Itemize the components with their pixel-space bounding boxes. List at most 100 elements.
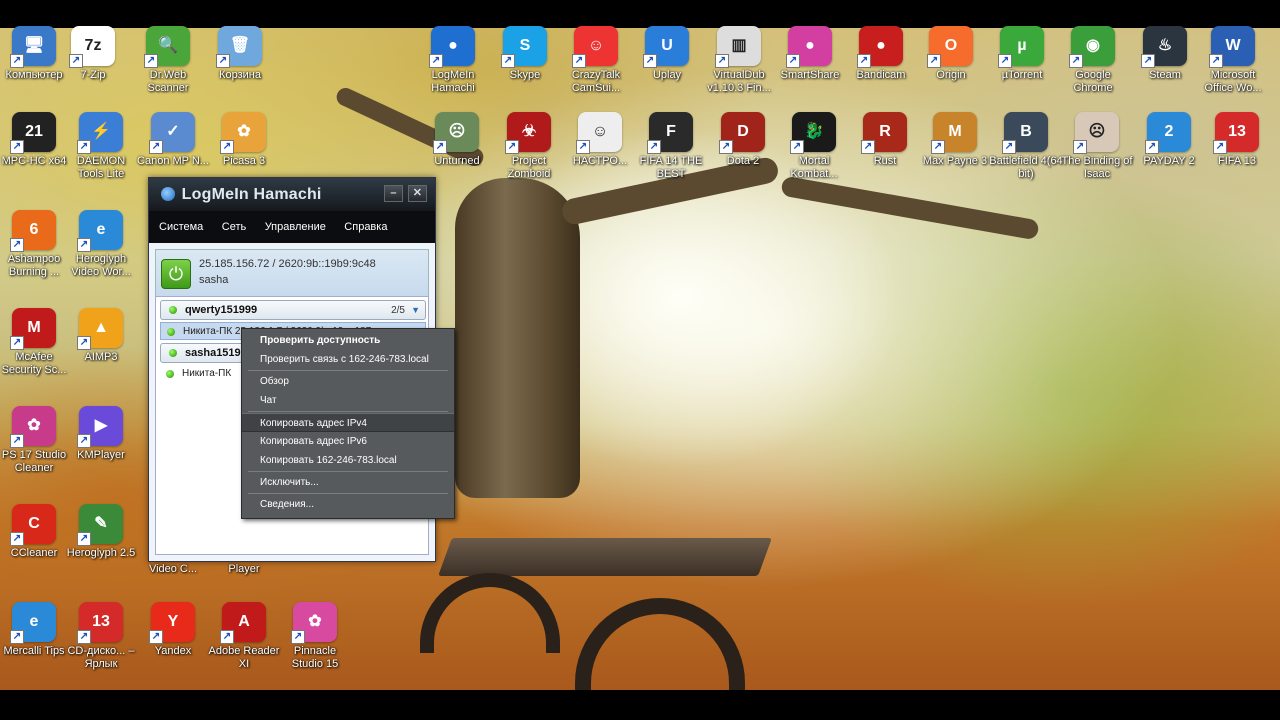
ps-cleaner-icon: ✿ ↗ xyxy=(10,406,56,448)
desktop-shortcut[interactable]: ✿ ↗ PS 17 Studio Cleaner xyxy=(0,406,72,475)
hamachi-titlebar[interactable]: LogMeIn Hamachi – ✕ xyxy=(149,178,435,211)
desktop-shortcut[interactable]: D ↗ Dota 2 xyxy=(705,112,781,168)
online-status-icon xyxy=(169,306,177,314)
desktop-shortcut[interactable]: U ↗ Uplay xyxy=(629,26,705,82)
shortcut-arrow-icon: ↗ xyxy=(216,54,230,68)
context-menu-item[interactable]: Проверить связь с 162-246-783.local xyxy=(242,350,454,369)
tree-trunk xyxy=(455,178,580,498)
desktop-shortcut[interactable]: e ↗ Heroglyph Video Wor... xyxy=(63,210,139,279)
online-status-icon xyxy=(166,370,174,378)
desktop-shortcut[interactable]: 21 ↗ MPC-HC x64 xyxy=(0,112,72,168)
network-name: qwerty151999 xyxy=(185,304,258,316)
desktop-shortcut[interactable]: ☣ ↗ Project Zomboid xyxy=(491,112,567,181)
shortcut-arrow-icon: ↗ xyxy=(77,336,91,350)
desktop-shortcut[interactable]: Y ↗ Yandex xyxy=(135,602,211,658)
network-row-qwerty151999[interactable]: qwerty151999 2/5 ▼ xyxy=(160,300,426,320)
picasa-icon: ✿ ↗ xyxy=(220,112,266,154)
desktop-shortcut[interactable]: ▶ ↗ KMPlayer xyxy=(63,406,139,462)
shortcut-arrow-icon: ↗ xyxy=(10,336,24,350)
desktop-shortcut[interactable]: ☺ ↗ CrazyTalk CamSui... xyxy=(558,26,634,95)
hamachi-logo-icon xyxy=(161,187,175,201)
context-menu-item[interactable]: Сведения... xyxy=(242,495,454,514)
desktop-shortcut[interactable]: B ↗ Battlefield 4(64 bit) xyxy=(988,112,1064,181)
context-menu-item[interactable]: Проверить доступность xyxy=(242,331,454,350)
desktop-shortcut[interactable]: µ ↗ µTorrent xyxy=(984,26,1060,82)
desktop-shortcut[interactable]: 13 ↗ FIFA 13 xyxy=(1199,112,1275,168)
shortcut-arrow-icon: ↗ xyxy=(931,140,945,154)
desktop-shortcut[interactable]: ☹ ↗ The Binding of Isaac xyxy=(1059,112,1135,181)
desktop-shortcut[interactable]: e ↗ Mercalli Tips xyxy=(0,602,72,658)
bench-seat xyxy=(438,538,772,576)
context-menu-item[interactable]: Копировать 162-246-783.local xyxy=(242,451,454,470)
desktop-shortcut-label: Steam xyxy=(1149,69,1181,81)
desktop-shortcut[interactable]: ⚡ ↗ DAEMON Tools Lite xyxy=(63,112,139,181)
desktop-shortcut[interactable]: 13 ↗ CD-диско... – Ярлык xyxy=(63,602,139,671)
menu-help[interactable]: Справка xyxy=(344,221,387,233)
desktop-shortcut[interactable]: C ↗ CCleaner xyxy=(0,504,72,560)
menu-separator xyxy=(248,493,448,494)
letterbox-top xyxy=(0,0,1280,28)
close-button[interactable]: ✕ xyxy=(408,185,427,202)
desktop-shortcut[interactable]: ✿ ↗ Picasa 3 xyxy=(206,112,282,168)
desktop-shortcut[interactable]: ☹ ↗ Unturned xyxy=(419,112,495,168)
tree-branch xyxy=(780,175,1040,241)
recycle-bin-icon: 🗑 ↗ xyxy=(216,26,262,68)
desktop-shortcut[interactable]: O ↗ Origin xyxy=(913,26,989,82)
desktop-shortcut-label: AIMP3 xyxy=(84,351,118,363)
desktop-shortcut[interactable]: ☺ ↗ НАСТРО... xyxy=(562,112,638,168)
desktop-shortcut[interactable]: 🗑 ↗ Корзина xyxy=(202,26,278,82)
desktop-shortcut[interactable]: ▥ ↗ VirtualDub v1.10.3 Fin... xyxy=(701,26,777,95)
menu-separator xyxy=(248,370,448,371)
desktop-shortcut-label: SmartShare xyxy=(780,69,840,81)
desktop-shortcut[interactable]: 🔍 ↗ Dr.Web Scanner xyxy=(130,26,206,95)
menu-system[interactable]: Система xyxy=(159,221,203,233)
desktop-shortcut[interactable]: R ↗ Rust xyxy=(847,112,923,168)
shortcut-arrow-icon: ↗ xyxy=(861,140,875,154)
shortcut-arrow-icon: ↗ xyxy=(715,54,729,68)
desktop-shortcut-label: Uplay xyxy=(652,69,682,81)
desktop-shortcut[interactable]: 6 ↗ Ashampoo Burning ... xyxy=(0,210,72,279)
desktop-shortcut[interactable]: A ↗ Adobe Reader XI xyxy=(206,602,282,671)
isaac-icon: ☹ ↗ xyxy=(1073,112,1119,154)
desktop-shortcut-label: FIFA 13 xyxy=(1218,155,1256,167)
desktop-shortcut[interactable]: ● ↗ SmartShare xyxy=(772,26,848,82)
context-menu-item[interactable]: Копировать адрес IPv6 xyxy=(242,432,454,451)
desktop-shortcut[interactable]: ✿ ↗ Pinnacle Studio 15 xyxy=(277,602,353,671)
desktop-shortcut[interactable]: M ↗ Max Payne 3 xyxy=(917,112,993,168)
context-menu-item[interactable]: Чат xyxy=(242,391,454,410)
menu-manage[interactable]: Управление xyxy=(265,221,326,233)
desktop-shortcut[interactable]: ◉ ↗ Google Chrome xyxy=(1055,26,1131,95)
desktop-shortcut[interactable]: F ↗ FIFA 14 THE BEST xyxy=(633,112,709,181)
utorrent-icon: µ ↗ xyxy=(998,26,1044,68)
desktop-shortcut[interactable]: ✓ ↗ Canon MP N... xyxy=(135,112,211,168)
desktop-shortcut[interactable]: M ↗ McAfee Security Sc... xyxy=(0,308,72,377)
desktop-shortcut[interactable]: ● ↗ LogMeIn Hamachi xyxy=(415,26,491,95)
desktop-shortcut-label: Mercalli Tips xyxy=(3,645,65,657)
context-menu-item[interactable]: Обзор xyxy=(242,372,454,391)
context-menu-item[interactable]: Копировать адрес IPv4 xyxy=(242,413,454,432)
menu-network[interactable]: Сеть xyxy=(222,221,246,233)
shortcut-arrow-icon: ↗ xyxy=(1073,140,1087,154)
desktop-shortcut[interactable]: ✎ ↗ Heroglyph 2.5 xyxy=(63,504,139,560)
desktop-shortcut[interactable]: ▲ ↗ AIMP3 xyxy=(63,308,139,364)
desktop-shortcut[interactable]: ♨ ↗ Steam xyxy=(1127,26,1203,82)
desktop-shortcut-label: KMPlayer xyxy=(77,449,125,461)
crazytalk-icon: ☺ ↗ xyxy=(572,26,618,68)
minimize-button[interactable]: – xyxy=(384,185,403,202)
shortcut-arrow-icon: ↗ xyxy=(927,54,941,68)
desktop-shortcut[interactable]: S ↗ Skype xyxy=(487,26,563,82)
desktop-shortcut[interactable]: ● ↗ Bandicam xyxy=(843,26,919,82)
letterbox-bottom xyxy=(0,690,1280,720)
chevron-down-icon[interactable]: ▼ xyxy=(411,305,420,315)
shortcut-arrow-icon: ↗ xyxy=(291,630,305,644)
desktop-shortcut[interactable]: 7z ↗ 7-Zip xyxy=(55,26,131,82)
context-menu-item[interactable]: Исключить... xyxy=(242,473,454,492)
online-status-icon xyxy=(169,349,177,357)
yandex-icon: Y ↗ xyxy=(149,602,195,644)
desktop-shortcut[interactable]: W ↗ Microsoft Office Wo... xyxy=(1195,26,1271,95)
shortcut-arrow-icon: ↗ xyxy=(1002,140,1016,154)
power-icon[interactable]: ⏻ xyxy=(161,259,191,289)
desktop-shortcut[interactable]: 🐉 ↗ Mortal Kombat... xyxy=(776,112,852,181)
desktop-shortcut[interactable]: 2 ↗ PAYDAY 2 xyxy=(1131,112,1207,168)
desktop-shortcut-label: Max Payne 3 xyxy=(922,155,988,167)
